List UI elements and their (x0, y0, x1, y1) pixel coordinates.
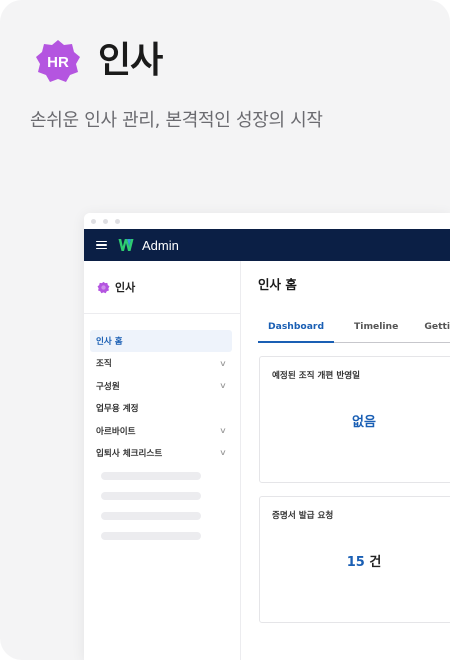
hr-badge-icon: HR (34, 37, 82, 85)
request-count-number: 15 (346, 555, 365, 570)
window-dot (91, 219, 96, 224)
feature-card: HR 인사 손쉬운 인사 관리, 본격적인 성장의 시작 Admin 인사 인사… (0, 0, 450, 660)
sidebar-item-label: 인사 홈 (96, 337, 123, 347)
tab-getting-started[interactable]: Getting Sta (418, 317, 450, 343)
skeleton-placeholder (101, 531, 201, 540)
hr-badge-text: HR (47, 54, 69, 71)
top-navigation-bar: Admin (84, 229, 450, 261)
panel-value: 없음 (352, 415, 376, 430)
tab-timeline[interactable]: Timeline (348, 317, 404, 343)
hero-title: 인사 (98, 40, 163, 81)
chevron-down-icon: ∨ (219, 448, 227, 458)
window-dot (115, 219, 120, 224)
skeleton-placeholder (101, 471, 201, 480)
sidebar-item-onboarding-checklist[interactable]: 입퇴사 체크리스트 ∨ (90, 442, 232, 464)
tab-bar: Dashboard Timeline Getting Sta (258, 317, 450, 343)
chevron-down-icon: ∨ (219, 358, 227, 368)
app-window-preview: Admin 인사 인사 홈 조직 ∨ 구성원 ∨ 업무용 계정 아르바이트 ∨ … (84, 213, 450, 660)
sidebar-item-label: 조직 (96, 359, 112, 370)
sidebar: 인사 인사 홈 조직 ∨ 구성원 ∨ 업무용 계정 아르바이트 ∨ 입퇴사 체크… (84, 261, 241, 660)
sidebar-item-organization[interactable]: 조직 ∨ (90, 352, 232, 374)
sidebar-item-label: 업무용 계정 (96, 404, 139, 415)
sidebar-item-part-time[interactable]: 아르바이트 ∨ (90, 420, 232, 442)
sidebar-item-hr-home[interactable]: 인사 홈 (90, 330, 232, 352)
w-logo-icon (118, 238, 134, 252)
skeleton-placeholder (101, 511, 201, 520)
hamburger-menu-icon[interactable] (96, 240, 107, 250)
sidebar-menu: 인사 홈 조직 ∨ 구성원 ∨ 업무용 계정 아르바이트 ∨ 입퇴사 체크리스트… (84, 314, 240, 540)
tab-dashboard[interactable]: Dashboard (258, 317, 335, 343)
sidebar-item-members[interactable]: 구성원 ∨ (90, 375, 232, 397)
skeleton-placeholder (101, 491, 201, 500)
sidebar-item-work-accounts[interactable]: 업무용 계정 (90, 397, 232, 419)
window-dot (103, 219, 108, 224)
window-titlebar (84, 213, 450, 229)
main-content: 인사 홈 Dashboard Timeline Getting Sta 예정된 조직… (241, 261, 450, 660)
reorg-date-panel: 예정된 조직 개편 반영일 없음 (259, 356, 450, 483)
sidebar-header: 인사 (84, 261, 240, 314)
sidebar-header-label: 인사 (115, 281, 136, 294)
sidebar-item-label: 아르바이트 (96, 426, 136, 437)
sidebar-item-label: 구성원 (96, 381, 120, 392)
hr-small-icon (97, 281, 110, 294)
sidebar-item-label: 입퇴사 체크리스트 (96, 448, 163, 459)
panel-title: 예정된 조직 개편 반영일 (272, 371, 361, 381)
hero-subtitle: 손쉬운 인사 관리, 본격적인 성장의 시작 (30, 110, 323, 131)
app-name: Admin (142, 237, 179, 253)
chevron-down-icon: ∨ (219, 426, 227, 436)
panel-title: 증명서 발급 요청 (272, 511, 334, 521)
request-count-unit: 건 (369, 555, 382, 570)
page-title: 인사 홈 (258, 277, 297, 292)
chevron-down-icon: ∨ (219, 381, 227, 391)
certificate-request-panel: 증명서 발급 요청 15 건 (259, 496, 450, 623)
request-count: 15 건 (260, 551, 450, 570)
